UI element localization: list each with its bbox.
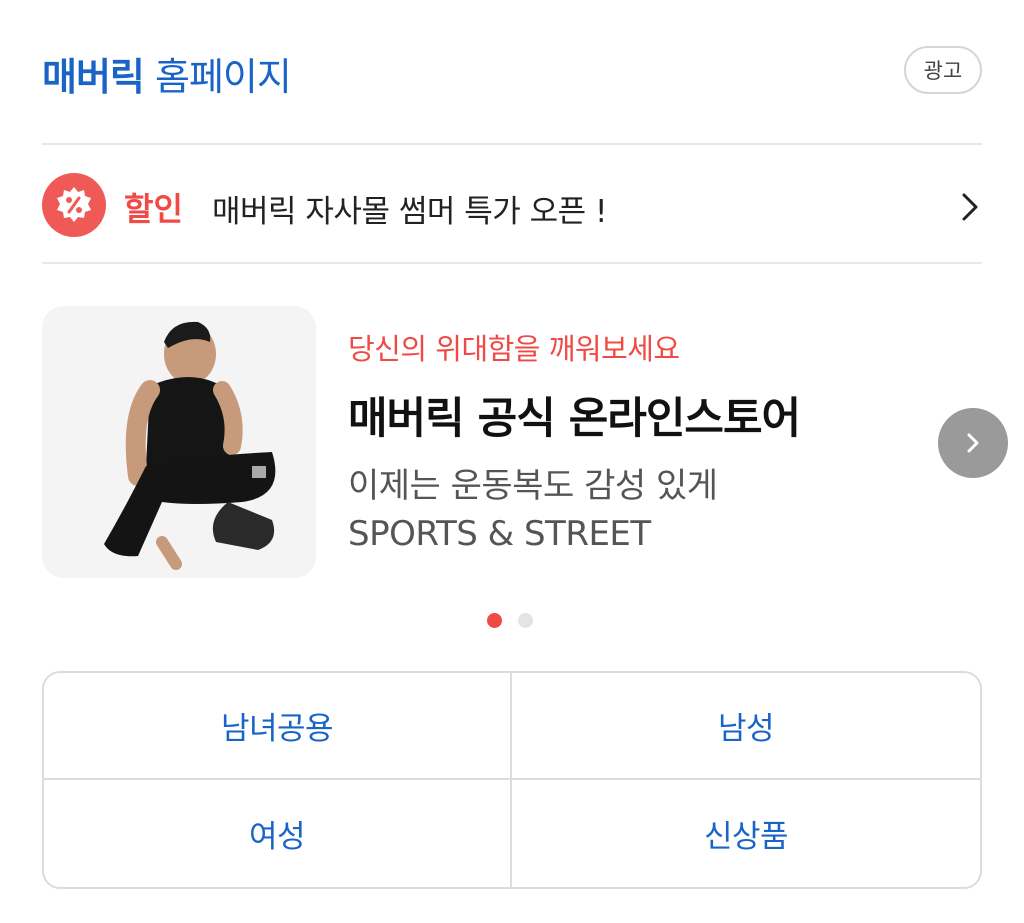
divider-top bbox=[42, 143, 982, 145]
promo-row[interactable]: 할인 매버릭 자사몰 썸머 특가 오픈 ! bbox=[42, 172, 982, 238]
brand-suffix: 홈페이지 bbox=[154, 55, 292, 99]
banner-photo bbox=[42, 306, 316, 578]
category-men-link[interactable]: 남성 bbox=[512, 673, 980, 780]
category-unisex-link[interactable]: 남녀공용 bbox=[44, 673, 512, 780]
promo-text: 매버릭 자사몰 썸머 특가 오픈 ! bbox=[212, 194, 607, 230]
banner-eyebrow: 당신의 위대함을 깨워보세요 bbox=[348, 332, 680, 366]
pagination-dot-active[interactable] bbox=[487, 613, 502, 628]
chevron-right-icon bbox=[958, 190, 982, 224]
banner-subtitle-line1: 이제는 운동복도 감성 있게 bbox=[348, 466, 718, 506]
promo-tag: 할인 bbox=[124, 190, 183, 228]
site-header: 매버릭 홈페이지 광고 bbox=[42, 40, 982, 100]
banner-subtitle-line2: SPORTS & STREET bbox=[348, 514, 651, 554]
category-grid: 남녀공용 남성 여성 신상품 bbox=[42, 671, 982, 889]
banner-title: 매버릭 공식 온라인스토어 bbox=[348, 394, 801, 444]
ad-badge[interactable]: 광고 bbox=[904, 46, 982, 94]
brand-name: 매버릭 bbox=[42, 55, 145, 99]
promo-banner[interactable]: 당신의 위대함을 깨워보세요 매버릭 공식 온라인스토어 이제는 운동복도 감성… bbox=[42, 306, 1008, 580]
discount-badge-icon bbox=[42, 173, 106, 237]
pagination-dot[interactable] bbox=[518, 613, 533, 628]
chevron-right-icon bbox=[967, 433, 979, 453]
category-new-arrivals-link[interactable]: 신상품 bbox=[512, 780, 980, 887]
category-women-link[interactable]: 여성 bbox=[44, 780, 512, 887]
divider-bottom bbox=[42, 262, 982, 264]
site-title-link[interactable]: 매버릭 홈페이지 bbox=[42, 46, 292, 101]
banner-next-button[interactable] bbox=[938, 408, 1008, 478]
banner-pagination bbox=[487, 613, 533, 629]
